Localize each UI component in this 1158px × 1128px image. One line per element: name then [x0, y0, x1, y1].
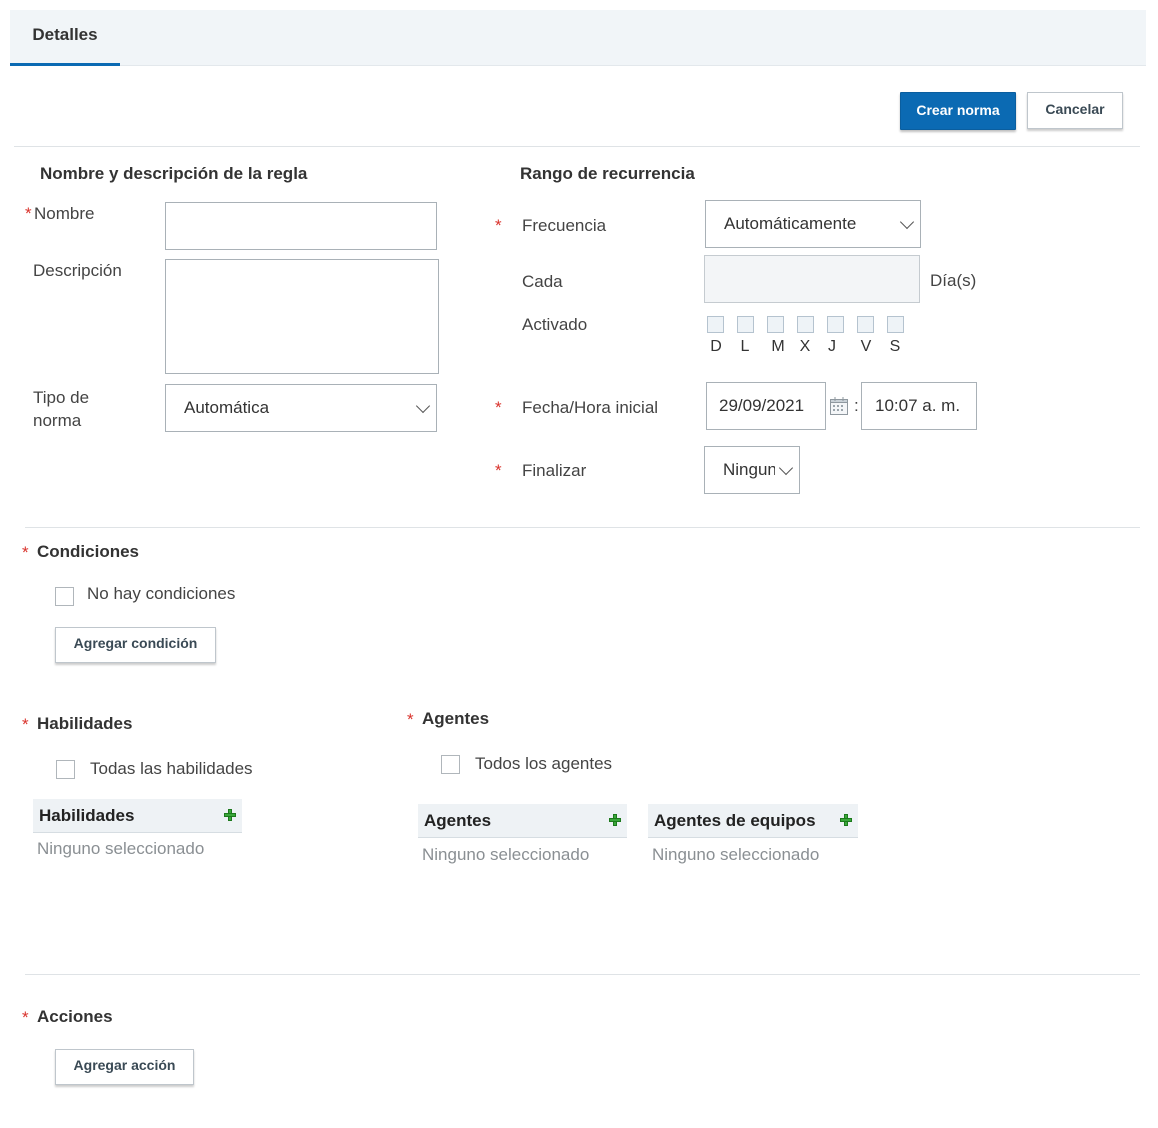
required-marker: *	[407, 710, 414, 729]
rule-type-label-line2: norma	[33, 411, 82, 430]
start-time-input[interactable]: 10:07 a. m.	[861, 382, 977, 430]
rule-type-select[interactable]: Automática	[165, 384, 437, 432]
rule-type-value: Automática	[184, 398, 270, 417]
team-agents-panel-header: Agentes de equipos	[648, 804, 858, 838]
skills-panel-title: Habilidades	[39, 806, 135, 825]
day-label: X	[799, 338, 811, 355]
divider	[25, 974, 1140, 975]
chevron-down-icon	[899, 214, 915, 230]
chevron-down-icon	[415, 398, 431, 414]
required-marker: *	[495, 398, 502, 417]
frequency-select[interactable]: Automáticamente	[705, 200, 921, 248]
day-label: L	[740, 338, 750, 355]
name-input[interactable]	[165, 202, 437, 250]
required-marker: *	[495, 216, 502, 235]
add-team-agent-icon[interactable]	[840, 814, 852, 826]
required-marker: *	[22, 543, 29, 562]
frequency-label: Frecuencia	[522, 216, 607, 235]
every-unit: Día(s)	[930, 271, 977, 290]
required-marker: *	[495, 461, 502, 480]
no-conditions-checkbox[interactable]	[55, 587, 74, 606]
skills-heading: Habilidades	[37, 714, 133, 733]
day-checkbox-friday[interactable]	[857, 316, 874, 333]
skills-none-text: Ninguno seleccionado	[37, 839, 205, 858]
all-skills-checkbox[interactable]	[56, 760, 75, 779]
day-checkbox-sunday[interactable]	[707, 316, 724, 333]
day-checkbox-monday[interactable]	[737, 316, 754, 333]
rule-type-label-line1: Tipo de	[33, 388, 90, 407]
agents-none-text: Ninguno seleccionado	[422, 845, 590, 864]
add-skill-icon[interactable]	[224, 809, 236, 821]
skills-panel-header: Habilidades	[33, 799, 242, 833]
agents-panel-header: Agentes	[418, 804, 627, 838]
day-checkbox-saturday[interactable]	[887, 316, 904, 333]
divider	[14, 146, 1140, 147]
all-skills-label: Todas las habilidades	[90, 759, 253, 778]
all-agents-label: Todos los agentes	[475, 754, 613, 773]
day-checkbox-tuesday[interactable]	[767, 316, 784, 333]
end-label: Finalizar	[522, 461, 587, 480]
description-textarea[interactable]	[165, 259, 439, 374]
divider	[25, 527, 1140, 528]
add-action-button[interactable]: Agregar acción	[55, 1049, 194, 1085]
day-checkbox-wednesday[interactable]	[797, 316, 814, 333]
chevron-down-icon	[778, 460, 794, 476]
day-label: D	[710, 338, 722, 355]
agents-panel-title: Agentes	[424, 811, 492, 830]
day-label: V	[860, 338, 872, 355]
description-label: Descripción	[33, 261, 122, 280]
tab-details[interactable]: Detalles	[10, 10, 120, 66]
recurrence-heading: Rango de recurrencia	[520, 164, 695, 183]
time-separator: :	[854, 396, 859, 415]
every-input[interactable]	[704, 255, 920, 303]
rule-type-label: Tipo de norma	[33, 386, 89, 432]
agents-heading: Agentes	[422, 709, 490, 728]
rule-section-heading: Nombre y descripción de la regla	[40, 164, 308, 183]
no-conditions-label: No hay condiciones	[87, 584, 236, 603]
all-agents-checkbox[interactable]	[441, 755, 460, 774]
start-datetime-label: Fecha/Hora inicial	[522, 398, 659, 417]
team-agents-panel-title: Agentes de equipos	[654, 811, 816, 830]
end-value: Ninguno	[723, 460, 775, 479]
name-label: Nombre	[34, 204, 95, 223]
conditions-heading: Condiciones	[37, 542, 140, 561]
start-date-input[interactable]: 29/09/2021	[706, 382, 826, 430]
required-marker: *	[22, 1008, 29, 1027]
frequency-value: Automáticamente	[724, 214, 857, 233]
every-label: Cada	[522, 272, 563, 291]
actions-heading: Acciones	[37, 1007, 113, 1026]
cancel-button[interactable]: Cancelar	[1027, 92, 1123, 129]
add-condition-button[interactable]: Agregar condición	[55, 627, 216, 663]
required-marker: *	[22, 715, 29, 734]
create-rule-button[interactable]: Crear norma	[900, 92, 1016, 130]
day-checkbox-thursday[interactable]	[827, 316, 844, 333]
team-agents-none-text: Ninguno seleccionado	[652, 845, 820, 864]
active-days-label: Activado	[522, 315, 588, 334]
add-agent-icon[interactable]	[609, 814, 621, 826]
tab-bar	[10, 10, 1146, 66]
end-select[interactable]: Ninguno	[704, 446, 800, 494]
day-label: S	[889, 338, 901, 355]
day-label: M	[771, 338, 785, 355]
day-label: J	[828, 338, 836, 355]
calendar-icon[interactable]	[829, 396, 849, 416]
required-marker: *	[25, 204, 32, 223]
